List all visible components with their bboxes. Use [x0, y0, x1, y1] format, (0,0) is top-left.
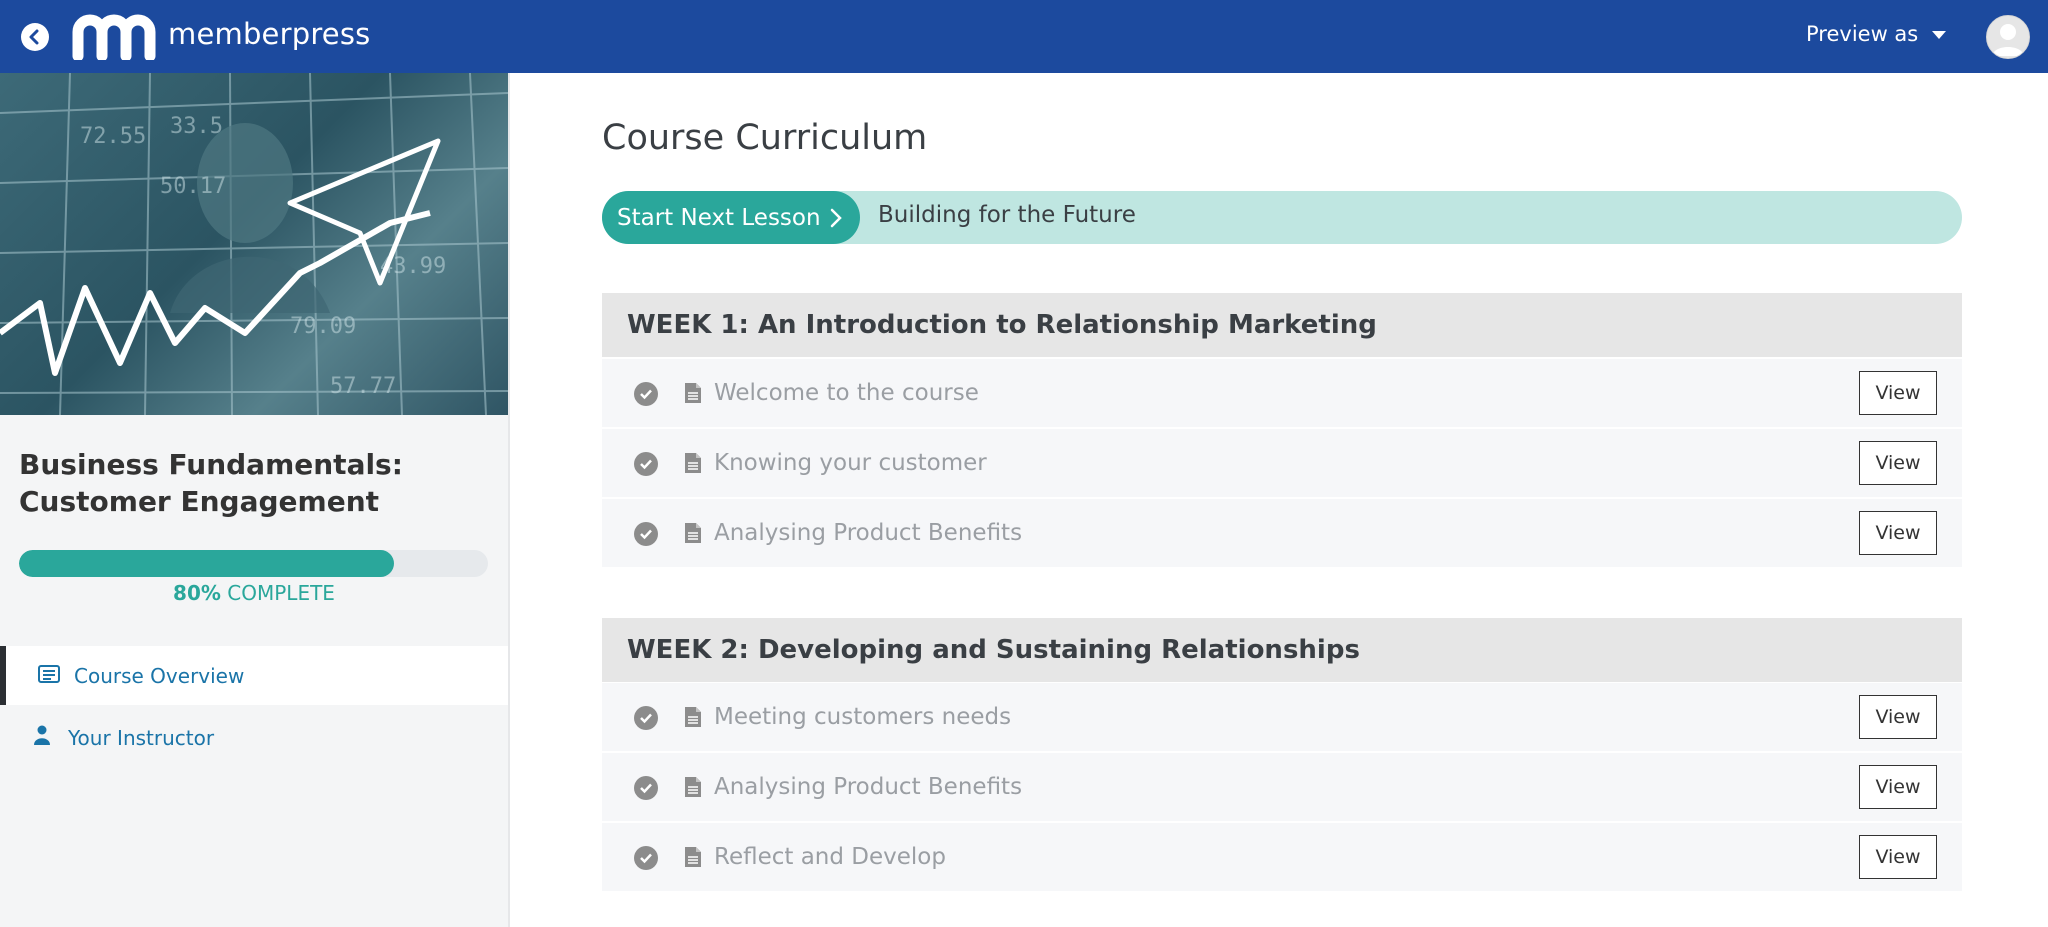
- lesson-title[interactable]: Reflect and Develop: [714, 844, 946, 870]
- view-button[interactable]: View: [1859, 765, 1937, 809]
- document-icon: [684, 382, 702, 408]
- view-button[interactable]: View: [1859, 695, 1937, 739]
- view-button[interactable]: View: [1859, 371, 1937, 415]
- nav-your-instructor[interactable]: Your Instructor: [0, 708, 508, 767]
- lesson-title[interactable]: Analysing Product Benefits: [714, 774, 1022, 800]
- document-icon: [684, 522, 702, 548]
- lesson-row: Analysing Product Benefits View: [602, 499, 1962, 567]
- caret-down-icon: [1932, 31, 1947, 39]
- list-icon: [38, 664, 60, 688]
- nav-course-overview[interactable]: Course Overview: [0, 646, 508, 705]
- course-hero-image: 72.55 33.5 50.17 79.09 57.77 43.99: [0, 73, 508, 415]
- check-circle-icon: [634, 382, 658, 406]
- lesson-row: Analysing Product Benefits View: [602, 753, 1962, 821]
- start-next-lesson-button[interactable]: Start Next Lesson: [602, 191, 860, 244]
- lesson-title[interactable]: Meeting customers needs: [714, 704, 1011, 730]
- section-heading-week-1: WEEK 1: An Introduction to Relationship …: [602, 293, 1962, 357]
- section-heading-week-2: WEEK 2: Developing and Sustaining Relati…: [602, 618, 1962, 682]
- progress-bar: [19, 550, 488, 577]
- lesson-row: Meeting customers needs View: [602, 683, 1962, 751]
- svg-text:57.77: 57.77: [330, 374, 396, 399]
- preview-as-dropdown[interactable]: Preview as: [1806, 22, 1947, 46]
- lesson-row: Knowing your customer View: [602, 429, 1962, 497]
- svg-text:33.5: 33.5: [170, 114, 223, 139]
- progress-fill: [19, 550, 395, 577]
- top-bar: memberpress Preview as: [0, 0, 2048, 73]
- back-icon[interactable]: [21, 23, 49, 51]
- lesson-title[interactable]: Knowing your customer: [714, 450, 987, 476]
- lesson-row: Welcome to the course View: [602, 359, 1962, 427]
- sidebar: 72.55 33.5 50.17 79.09 57.77 43.99 Business…: [0, 73, 510, 927]
- progress-text: 80% COMPLETE: [0, 581, 508, 605]
- next-lesson-bar: Start Next Lesson Building for the Futur…: [602, 191, 1962, 244]
- chevron-right-icon: [830, 208, 842, 234]
- document-icon: [684, 776, 702, 802]
- start-next-lesson-label: Start Next Lesson: [617, 204, 821, 231]
- memberpress-logo-icon[interactable]: [72, 12, 156, 64]
- svg-text:72.55: 72.55: [80, 124, 146, 149]
- lesson-title[interactable]: Analysing Product Benefits: [714, 520, 1022, 546]
- view-button[interactable]: View: [1859, 441, 1937, 485]
- nav-label: Course Overview: [74, 663, 245, 688]
- logo-text[interactable]: memberpress: [168, 17, 370, 51]
- check-circle-icon: [634, 846, 658, 870]
- check-circle-icon: [634, 776, 658, 800]
- course-title: Business Fundamentals: Customer Engageme…: [19, 448, 403, 518]
- svg-text:50.17: 50.17: [160, 174, 226, 199]
- progress-complete-label: COMPLETE: [227, 581, 335, 605]
- avatar[interactable]: [1986, 15, 2030, 59]
- lesson-title[interactable]: Welcome to the course: [714, 380, 979, 406]
- view-button[interactable]: View: [1859, 835, 1937, 879]
- check-circle-icon: [634, 706, 658, 730]
- progress-percent: 80%: [173, 581, 221, 605]
- preview-as-label: Preview as: [1806, 22, 1919, 46]
- check-circle-icon: [634, 452, 658, 476]
- document-icon: [684, 706, 702, 732]
- user-icon: [34, 725, 50, 750]
- document-icon: [684, 846, 702, 872]
- page-title: Course Curriculum: [602, 118, 928, 158]
- document-icon: [684, 452, 702, 478]
- svg-text:79.09: 79.09: [290, 314, 356, 339]
- nav-label: Your Instructor: [68, 725, 215, 750]
- check-circle-icon: [634, 522, 658, 546]
- next-lesson-title[interactable]: Building for the Future: [878, 202, 1136, 228]
- lesson-row: Reflect and Develop View: [602, 823, 1962, 891]
- view-button[interactable]: View: [1859, 511, 1937, 555]
